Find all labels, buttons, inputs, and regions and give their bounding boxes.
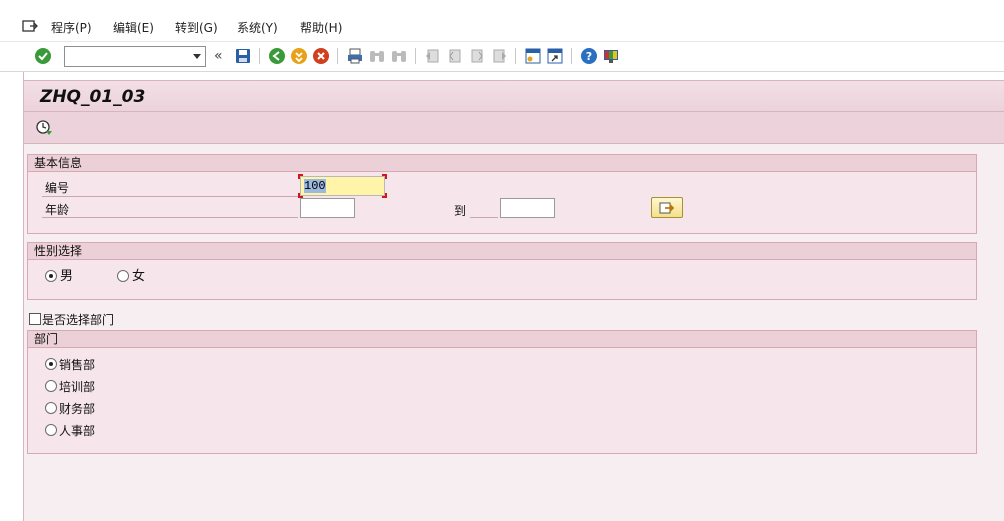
page-title: ZHQ_01_03 (40, 87, 146, 107)
radio-female[interactable] (117, 270, 129, 282)
find-next-icon[interactable] (390, 47, 408, 65)
age-label-underline (42, 217, 298, 218)
shortcut-icon[interactable] (546, 47, 564, 65)
svg-text:?: ? (586, 50, 592, 63)
age-to-label: 到 (454, 204, 467, 218)
application-toolbar (24, 112, 1004, 144)
group-gender-title: 性别选择 (28, 243, 976, 260)
radio-male[interactable] (45, 270, 57, 282)
select-department-label: 是否选择部门 (42, 313, 115, 327)
save-icon[interactable] (234, 47, 252, 65)
select-department-checkbox[interactable] (29, 313, 41, 325)
toolbar-separator (259, 48, 260, 64)
cancel-icon[interactable] (312, 47, 330, 65)
menu-program[interactable]: 程序(P) (51, 19, 92, 36)
radio-finance[interactable] (45, 402, 57, 414)
focus-corner (382, 193, 387, 198)
multiple-selection-icon (659, 202, 675, 214)
radio-training-label: 培训部 (59, 380, 96, 394)
group-gender: 性别选择 男 女 (27, 242, 977, 300)
standard-toolbar: « ? (0, 42, 1004, 72)
enter-icon[interactable] (34, 47, 52, 65)
toolbar-separator (415, 48, 416, 64)
group-basic-info-title: 基本信息 (28, 155, 976, 172)
system-menu-icon[interactable] (22, 19, 38, 33)
menu-bar: 程序(P) 编辑(E) 转到(G) 系统(Y) 帮助(H) (0, 8, 1004, 42)
id-label-underline (42, 196, 298, 197)
toolbar-separator (337, 48, 338, 64)
multiple-selection-button[interactable] (651, 197, 683, 218)
execute-icon[interactable] (35, 119, 53, 137)
age-label: 年龄 (45, 203, 70, 217)
print-icon[interactable] (346, 47, 364, 65)
group-department-title: 部门 (28, 331, 976, 348)
next-page-icon[interactable] (468, 47, 486, 65)
id-input-value: 100 (304, 179, 326, 193)
left-edge (0, 72, 24, 521)
customize-layout-icon[interactable] (602, 47, 620, 65)
first-page-icon[interactable] (424, 47, 442, 65)
menu-system[interactable]: 系统(Y) (237, 19, 278, 36)
group-basic-info: 基本信息 编号 100 年龄 到 (27, 154, 977, 234)
radio-finance-label: 财务部 (59, 402, 96, 416)
menu-help[interactable]: 帮助(H) (300, 19, 342, 36)
radio-hr-label: 人事部 (59, 424, 96, 438)
focus-corner (382, 174, 387, 179)
help-icon[interactable]: ? (580, 47, 598, 65)
last-page-icon[interactable] (490, 47, 508, 65)
menu-goto[interactable]: 转到(G) (175, 19, 218, 36)
id-input[interactable]: 100 (300, 176, 385, 196)
back-icon[interactable] (268, 47, 286, 65)
age-low-input[interactable] (300, 198, 355, 218)
exit-icon[interactable] (290, 47, 308, 65)
radio-sales[interactable] (45, 358, 57, 370)
chevron-down-icon[interactable] (193, 54, 201, 59)
toolbar-separator (515, 48, 516, 64)
radio-training[interactable] (45, 380, 57, 392)
find-icon[interactable] (368, 47, 386, 65)
radio-female-label: 女 (132, 269, 146, 284)
group-department: 部门 销售部 培训部 财务部 人事部 (27, 330, 977, 454)
main-content: ZHQ_01_03 基本信息 编号 100 年龄 到 性别选择 男 女 是否选择… (24, 80, 1004, 521)
double-chevron-left-icon[interactable]: « (214, 48, 223, 64)
radio-male-label: 男 (60, 269, 74, 284)
menu-edit[interactable]: 编辑(E) (113, 19, 154, 36)
age-to-underline (470, 217, 498, 218)
focus-corner (298, 174, 303, 179)
age-high-input[interactable] (500, 198, 555, 218)
toolbar-separator (571, 48, 572, 64)
title-bar: ZHQ_01_03 (24, 80, 1004, 112)
previous-page-icon[interactable] (446, 47, 464, 65)
command-field[interactable] (64, 46, 206, 67)
radio-hr[interactable] (45, 424, 57, 436)
radio-sales-label: 销售部 (59, 358, 96, 372)
id-label: 编号 (45, 181, 70, 195)
create-session-icon[interactable] (524, 47, 542, 65)
